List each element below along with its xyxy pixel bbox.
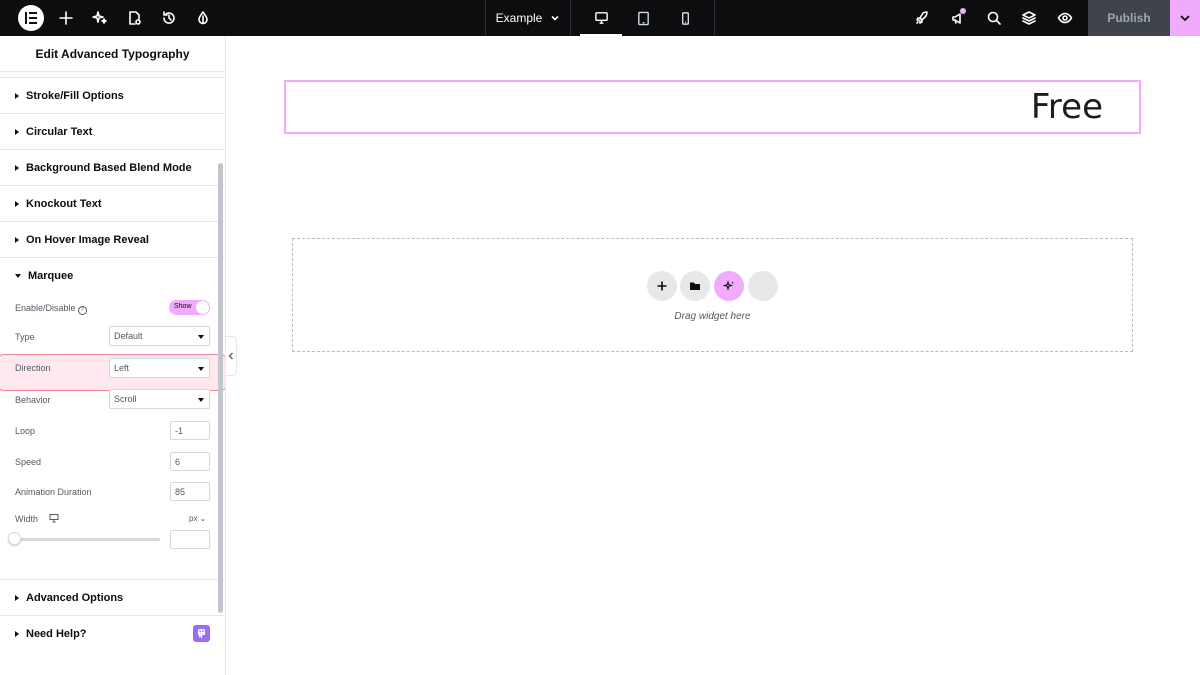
animation-duration-input[interactable]: 85 xyxy=(170,482,210,501)
tablet-view-icon[interactable] xyxy=(622,0,664,36)
announcements-icon[interactable] xyxy=(940,0,976,36)
caret-right-icon xyxy=(15,200,19,207)
direction-label: Direction xyxy=(15,363,51,373)
document-title-dropdown[interactable]: Example xyxy=(486,0,570,36)
top-bar: Example Publish xyxy=(0,0,1200,36)
add-template-button[interactable] xyxy=(680,271,710,301)
speed-label: Speed xyxy=(15,457,42,467)
chevron-down-icon xyxy=(1180,15,1190,22)
ai-generate-button[interactable] xyxy=(714,271,744,301)
page-settings-icon[interactable] xyxy=(116,0,152,36)
publish-options-button[interactable] xyxy=(1170,0,1200,36)
notification-dot xyxy=(960,8,966,14)
dropdown-arrow-icon xyxy=(198,367,204,371)
width-label-text: Width xyxy=(15,514,39,524)
width-input[interactable] xyxy=(170,530,210,549)
advanced-typography-widget[interactable]: Free xyxy=(284,80,1141,134)
drop-zone[interactable]: Drag widget here xyxy=(292,238,1133,352)
section-need-help[interactable]: Need Help? xyxy=(0,615,224,651)
ai-sparkle-icon xyxy=(723,280,734,291)
section-circular-text[interactable]: Circular Text xyxy=(0,113,224,149)
loop-label: Loop xyxy=(15,426,36,436)
extra-action-button[interactable] xyxy=(748,271,778,301)
preview-eye-icon[interactable] xyxy=(1047,0,1083,36)
width-label: Width xyxy=(15,513,59,524)
caret-right-icon xyxy=(15,630,19,637)
direction-select[interactable]: Left xyxy=(109,358,210,378)
ai-sparkle-icon[interactable] xyxy=(82,0,118,36)
section-label: Marquee xyxy=(28,269,74,282)
type-select[interactable]: Default xyxy=(109,326,210,346)
desktop-responsive-icon[interactable] xyxy=(49,513,59,523)
toggle-knob xyxy=(196,301,209,314)
section-label: Need Help? xyxy=(26,627,87,640)
panel-title: Edit Advanced Typography xyxy=(0,36,225,72)
section-hover-image-reveal[interactable]: On Hover Image Reveal xyxy=(0,221,224,257)
section-label: Background Based Blend Mode xyxy=(26,161,192,174)
history-icon[interactable] xyxy=(151,0,187,36)
help-question-icon[interactable]: ? xyxy=(77,306,87,315)
direction-select-value: Left xyxy=(114,363,130,373)
help-assistant-icon[interactable] xyxy=(193,625,210,642)
behavior-select-value: Scroll xyxy=(114,394,137,404)
widget-text: Free xyxy=(1030,87,1103,127)
caret-right-icon xyxy=(15,92,19,99)
folder-icon xyxy=(690,282,700,290)
section-label: Advanced Options xyxy=(26,591,124,604)
loop-input[interactable]: -1 xyxy=(170,421,210,440)
section-label: Stroke/Fill Options xyxy=(26,89,124,102)
enable-marquee-toggle[interactable]: Show xyxy=(169,300,210,315)
enable-disable-text: Enable/Disable xyxy=(15,303,76,313)
desktop-view-icon[interactable] xyxy=(580,0,622,36)
divider xyxy=(714,0,715,36)
width-slider-track[interactable] xyxy=(15,538,160,541)
site-settings-icon[interactable] xyxy=(185,0,221,36)
dropdown-arrow-icon xyxy=(198,335,204,339)
panel-scrollbar[interactable] xyxy=(218,163,223,613)
unit-selector[interactable]: px ⌄ xyxy=(189,514,206,523)
section-advanced-options[interactable]: Advanced Options xyxy=(0,579,224,615)
section-background-blend-mode[interactable]: Background Based Blend Mode xyxy=(0,149,224,185)
section-label: Knockout Text xyxy=(26,197,102,210)
layers-icon[interactable] xyxy=(1011,0,1047,36)
section-knockout-text[interactable]: Knockout Text xyxy=(0,185,224,221)
animation-duration-label: Animation Duration xyxy=(15,487,92,497)
section-marquee[interactable]: Marquee xyxy=(0,257,224,293)
dropdown-arrow-icon xyxy=(198,398,204,402)
plus-icon xyxy=(657,281,667,291)
chevron-down-icon xyxy=(551,15,559,21)
document-title: Example xyxy=(495,11,543,25)
settings-panel: Edit Advanced Typography Stroke/Fill Opt… xyxy=(0,36,226,675)
publish-button[interactable]: Publish xyxy=(1088,0,1170,36)
divider xyxy=(570,0,571,36)
caret-right-icon xyxy=(15,164,19,171)
drop-zone-label: Drag widget here xyxy=(674,311,751,322)
caret-right-icon xyxy=(15,236,19,243)
caret-right-icon xyxy=(15,594,19,601)
behavior-label: Behavior xyxy=(15,395,51,405)
section-stroke-fill-options[interactable]: Stroke/Fill Options xyxy=(0,77,224,113)
speed-input[interactable]: 6 xyxy=(170,452,210,471)
caret-right-icon xyxy=(15,128,19,135)
section-label: Circular Text xyxy=(26,125,93,138)
type-label: Type xyxy=(15,332,35,342)
width-slider-thumb[interactable] xyxy=(8,532,21,545)
section-label: On Hover Image Reveal xyxy=(26,233,149,246)
add-element-icon[interactable] xyxy=(48,0,84,36)
type-select-value: Default xyxy=(114,331,143,341)
add-section-button[interactable] xyxy=(647,271,677,301)
toggle-state-label: Show xyxy=(174,303,192,310)
caret-down-icon xyxy=(15,273,21,278)
chevron-left-icon xyxy=(228,352,233,360)
rocket-icon[interactable] xyxy=(904,0,940,36)
enable-disable-label: Enable/Disable? xyxy=(15,303,87,315)
collapse-panel-button[interactable] xyxy=(226,336,237,376)
search-icon[interactable] xyxy=(976,0,1012,36)
unit-value: px xyxy=(189,514,198,523)
behavior-select[interactable]: Scroll xyxy=(109,389,210,409)
mobile-view-icon[interactable] xyxy=(664,0,706,36)
elementor-logo-icon[interactable] xyxy=(18,5,44,31)
